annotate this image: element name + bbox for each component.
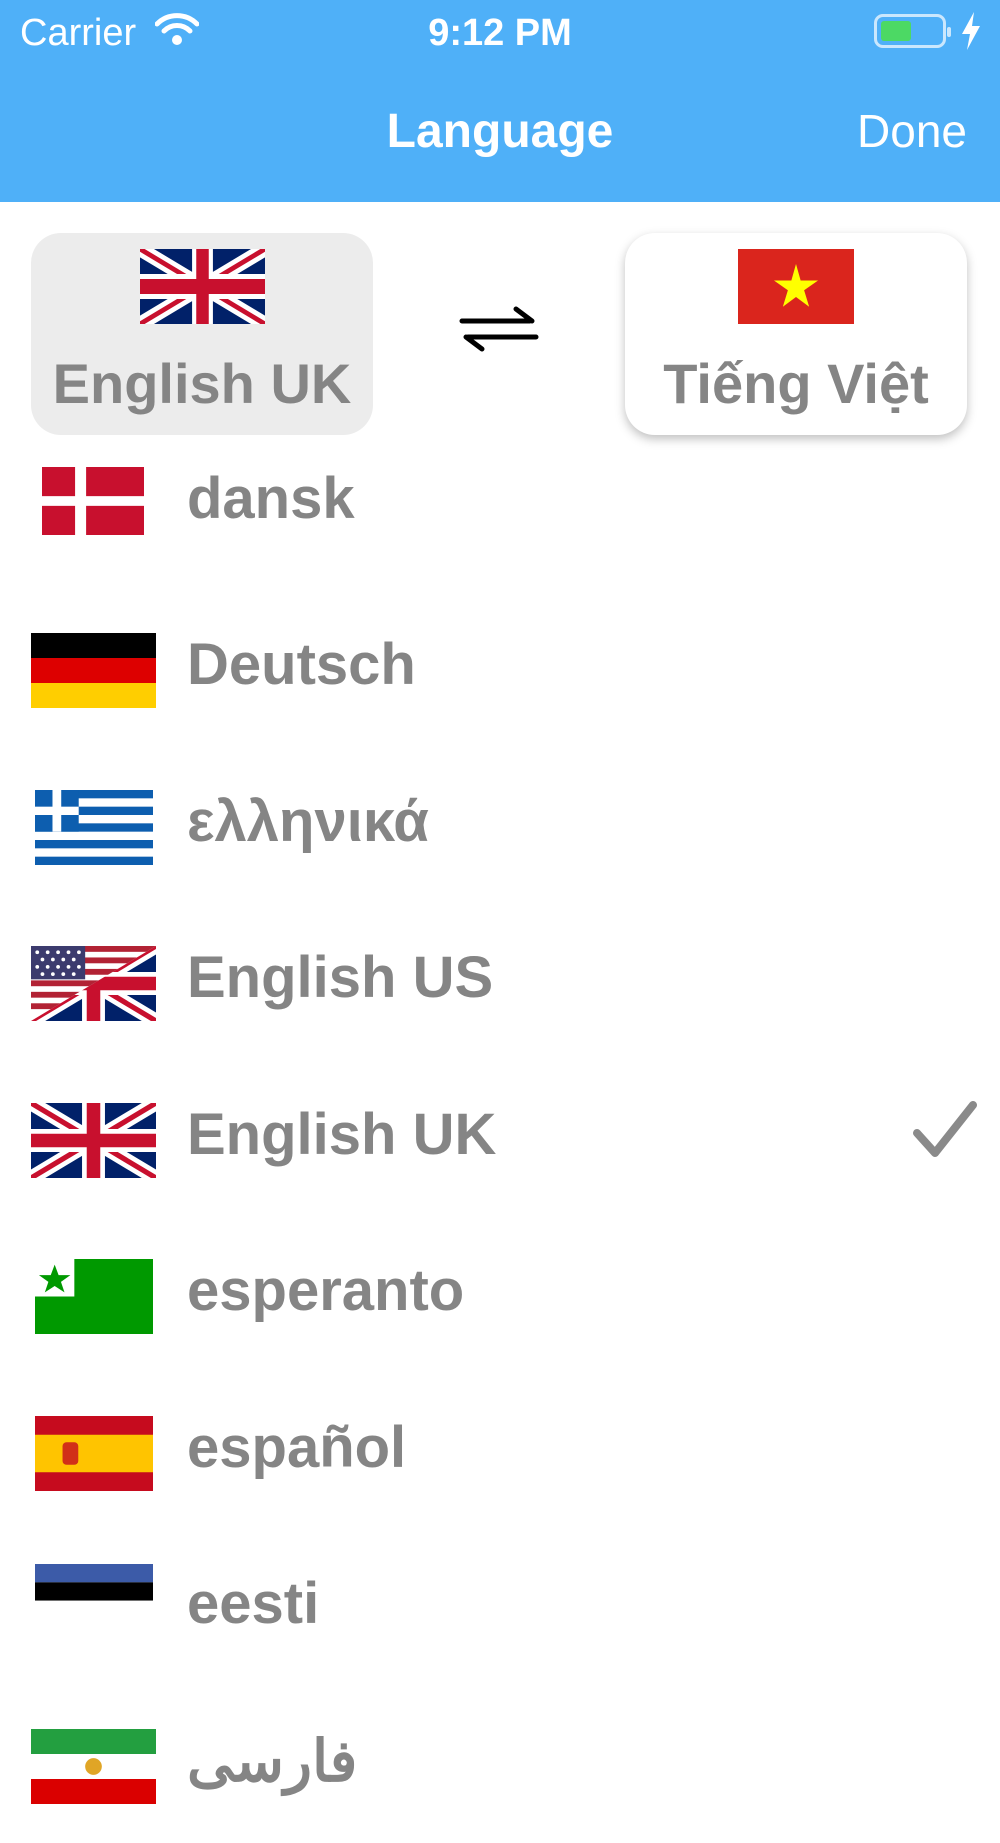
target-language-card[interactable]: Tiếng Việt xyxy=(625,233,967,435)
language-row-english-uk[interactable]: English UK xyxy=(0,1061,1000,1218)
language-row-farsi[interactable]: فارسی xyxy=(0,1687,1000,1843)
language-row-dansk[interactable]: dansk xyxy=(0,435,1000,591)
language-name: English US xyxy=(187,944,493,1011)
language-name: English UK xyxy=(187,1101,496,1168)
status-bar: Carrier 9:12 PM xyxy=(0,0,1000,68)
flag-uk-icon xyxy=(140,249,265,324)
language-name: español xyxy=(187,1414,406,1481)
language-name: فارسی xyxy=(187,1727,357,1795)
language-row-espanol[interactable]: español xyxy=(0,1374,1000,1531)
language-name: Deutsch xyxy=(187,631,416,698)
battery-icon xyxy=(874,14,946,48)
flag-uk-icon xyxy=(31,1103,156,1178)
language-row-greek[interactable]: ελληνικά xyxy=(0,748,1000,905)
language-row-eesti[interactable]: eesti xyxy=(0,1530,1000,1687)
flag-esperanto-icon xyxy=(35,1259,153,1334)
page-title: Language xyxy=(0,104,1000,159)
flag-vietnam-icon xyxy=(738,249,854,324)
flag-germany-icon xyxy=(31,633,156,708)
language-name: dansk xyxy=(187,465,355,532)
done-button[interactable]: Done xyxy=(857,104,967,158)
language-list: dansk Deutsch ελληνικά xyxy=(0,435,1000,1843)
target-language-label: Tiếng Việt xyxy=(625,351,967,416)
source-language-label: English UK xyxy=(31,351,373,416)
language-name: eesti xyxy=(187,1570,319,1637)
charging-bolt-icon xyxy=(960,12,982,55)
navigation-bar: Language Done xyxy=(0,68,1000,202)
flag-iran-icon xyxy=(31,1729,156,1804)
checkmark-icon xyxy=(913,1101,977,1164)
language-row-deutsch[interactable]: Deutsch xyxy=(0,591,1000,748)
source-language-card[interactable]: English UK xyxy=(31,233,373,435)
flag-spain-icon xyxy=(35,1416,153,1491)
language-row-english-us[interactable]: English US xyxy=(0,904,1000,1061)
flag-estonia-icon xyxy=(35,1564,153,1619)
status-time: 9:12 PM xyxy=(0,12,1000,55)
flag-greece-icon xyxy=(35,790,153,865)
swap-arrows-icon[interactable] xyxy=(458,305,540,358)
language-row-esperanto[interactable]: esperanto xyxy=(0,1217,1000,1374)
language-name: esperanto xyxy=(187,1257,464,1324)
language-name: ελληνικά xyxy=(187,788,429,855)
flag-denmark-icon xyxy=(42,467,144,535)
flag-us-uk-icon xyxy=(31,946,156,1021)
